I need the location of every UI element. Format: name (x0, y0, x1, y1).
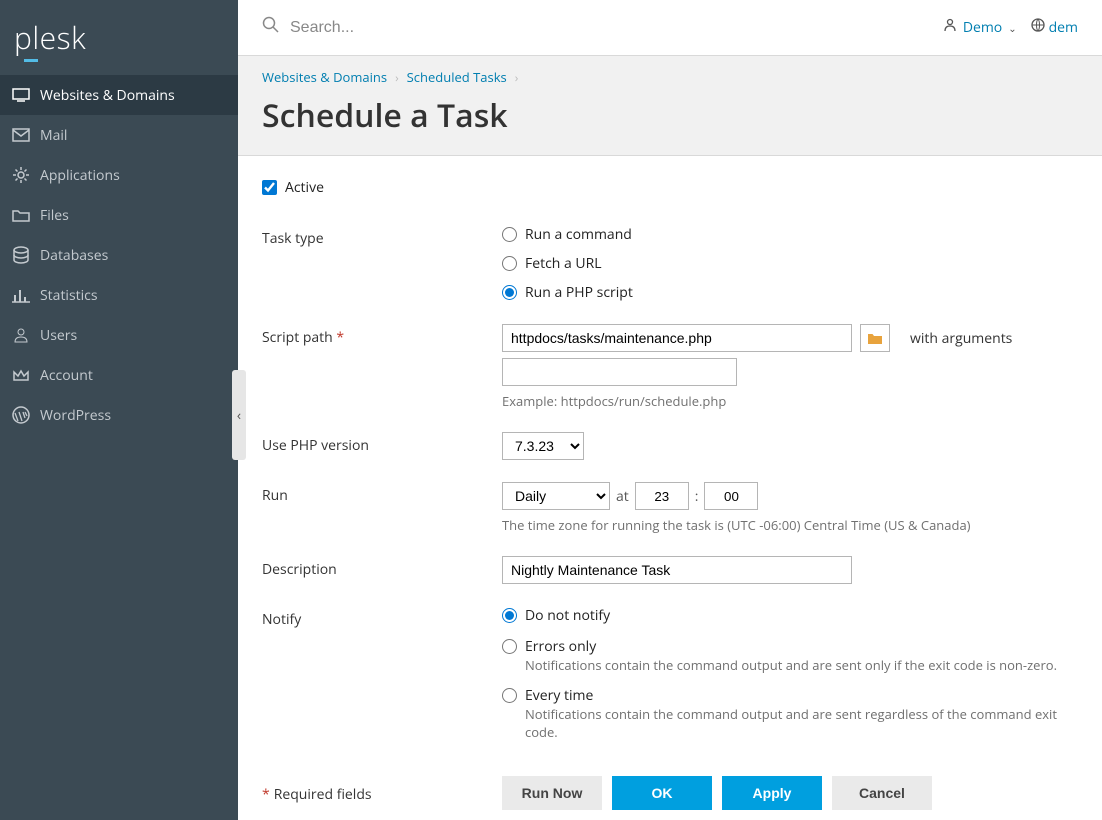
brand-logo[interactable]: plesk (0, 0, 238, 75)
cancel-button[interactable]: Cancel (832, 776, 932, 810)
folder-icon (12, 206, 30, 224)
main-area: Demo ⌄ dem Websites & Domains › Schedule… (238, 0, 1102, 820)
required-fields-note: *Required fields (262, 781, 502, 804)
form-content: Active Task type Run a command Fetch a U… (238, 156, 1102, 820)
chevron-down-icon: ⌄ (1008, 21, 1016, 35)
chevron-right-icon: › (515, 69, 519, 86)
run-minute-input[interactable] (704, 482, 758, 510)
sidebar-item-mail[interactable]: Mail (0, 115, 238, 155)
run-frequency-select[interactable]: Daily (502, 482, 610, 510)
script-path-hint: Example: httpdocs/run/schedule.php (502, 392, 1078, 410)
search-icon (262, 16, 280, 39)
sidebar-item-label: Account (40, 366, 93, 385)
search-field[interactable] (262, 16, 933, 39)
sidebar-nav: Websites & Domains Mail Applications Fil… (0, 75, 238, 435)
page-header: Websites & Domains › Scheduled Tasks › S… (238, 56, 1102, 156)
gear-icon (12, 166, 30, 184)
language-menu-label: dem (1049, 18, 1078, 37)
description-label: Description (262, 556, 502, 579)
task-type-php-label: Run a PHP script (525, 283, 633, 302)
sidebar: plesk Websites & Domains Mail Applicatio… (0, 0, 238, 820)
run-now-button[interactable]: Run Now (502, 776, 602, 810)
timezone-hint: The time zone for running the task is (U… (502, 516, 1078, 534)
run-hour-input[interactable] (635, 482, 689, 510)
mail-icon (12, 126, 30, 144)
sidebar-item-databases[interactable]: Databases (0, 235, 238, 275)
sidebar-item-label: WordPress (40, 406, 111, 425)
user-menu-label: Demo (963, 18, 1002, 37)
ok-button[interactable]: OK (612, 776, 712, 810)
sidebar-item-users[interactable]: Users (0, 315, 238, 355)
task-type-label: Task type (262, 225, 502, 248)
time-separator: : (695, 487, 699, 506)
task-type-url-radio[interactable] (502, 256, 517, 271)
person-icon (943, 18, 957, 37)
chevron-right-icon: › (395, 69, 399, 86)
sidebar-item-account[interactable]: Account (0, 355, 238, 395)
notify-errors-label: Errors only (525, 637, 596, 656)
script-path-input[interactable] (502, 324, 852, 352)
breadcrumb-link-websites[interactable]: Websites & Domains (262, 68, 387, 86)
sidebar-item-label: Databases (40, 246, 108, 265)
user-icon (12, 326, 30, 344)
sidebar-item-label: Websites & Domains (40, 86, 175, 105)
run-at-label: at (616, 487, 629, 506)
php-version-select[interactable]: 7.3.23 (502, 432, 584, 460)
language-menu[interactable]: dem (1031, 18, 1078, 37)
task-type-php-radio[interactable] (502, 285, 517, 300)
sidebar-item-label: Mail (40, 126, 67, 145)
sidebar-item-label: Applications (40, 166, 120, 185)
task-type-url-label: Fetch a URL (525, 254, 602, 273)
topbar-right: Demo ⌄ dem (943, 18, 1078, 37)
task-type-command-label: Run a command (525, 225, 632, 244)
user-menu[interactable]: Demo ⌄ (943, 18, 1017, 37)
breadcrumb-link-scheduled-tasks[interactable]: Scheduled Tasks (407, 68, 507, 86)
browse-folder-button[interactable] (860, 324, 890, 352)
notify-errors-hint: Notifications contain the command output… (525, 656, 1078, 674)
description-input[interactable] (502, 556, 852, 584)
task-type-command-radio[interactable] (502, 227, 517, 242)
sidebar-item-files[interactable]: Files (0, 195, 238, 235)
active-checkbox-row: Active (262, 178, 1078, 197)
sidebar-item-label: Files (40, 206, 69, 225)
notify-label: Notify (262, 606, 502, 629)
monitor-icon (12, 86, 30, 104)
sidebar-item-statistics[interactable]: Statistics (0, 275, 238, 315)
sidebar-item-wordpress[interactable]: WordPress (0, 395, 238, 435)
breadcrumb: Websites & Domains › Scheduled Tasks › (262, 68, 1078, 86)
notify-always-label: Every time (525, 686, 593, 705)
arguments-input[interactable] (502, 358, 737, 386)
globe-icon (1031, 18, 1045, 37)
sidebar-collapse-handle[interactable]: ‹ (232, 370, 246, 460)
brand-text: plesk (14, 17, 86, 58)
notify-errors-radio[interactable] (502, 639, 517, 654)
crown-icon (12, 366, 30, 384)
chart-icon (12, 286, 30, 304)
page-title: Schedule a Task (262, 94, 1078, 137)
topbar: Demo ⌄ dem (238, 0, 1102, 56)
sidebar-item-websites-domains[interactable]: Websites & Domains (0, 75, 238, 115)
notify-none-label: Do not notify (525, 606, 610, 625)
wordpress-icon (12, 406, 30, 424)
sidebar-item-applications[interactable]: Applications (0, 155, 238, 195)
sidebar-item-label: Statistics (40, 286, 98, 305)
notify-always-hint: Notifications contain the command output… (525, 705, 1078, 741)
active-label: Active (285, 178, 324, 197)
search-input[interactable] (290, 19, 690, 37)
apply-button[interactable]: Apply (722, 776, 822, 810)
active-checkbox[interactable] (262, 180, 277, 195)
php-version-label: Use PHP version (262, 432, 502, 455)
run-label: Run (262, 482, 502, 505)
database-icon (12, 246, 30, 264)
sidebar-item-label: Users (40, 326, 77, 345)
script-path-label: Script path * (262, 324, 502, 347)
notify-always-radio[interactable] (502, 688, 517, 703)
with-arguments-label: with arguments (910, 329, 1012, 348)
notify-none-radio[interactable] (502, 608, 517, 623)
